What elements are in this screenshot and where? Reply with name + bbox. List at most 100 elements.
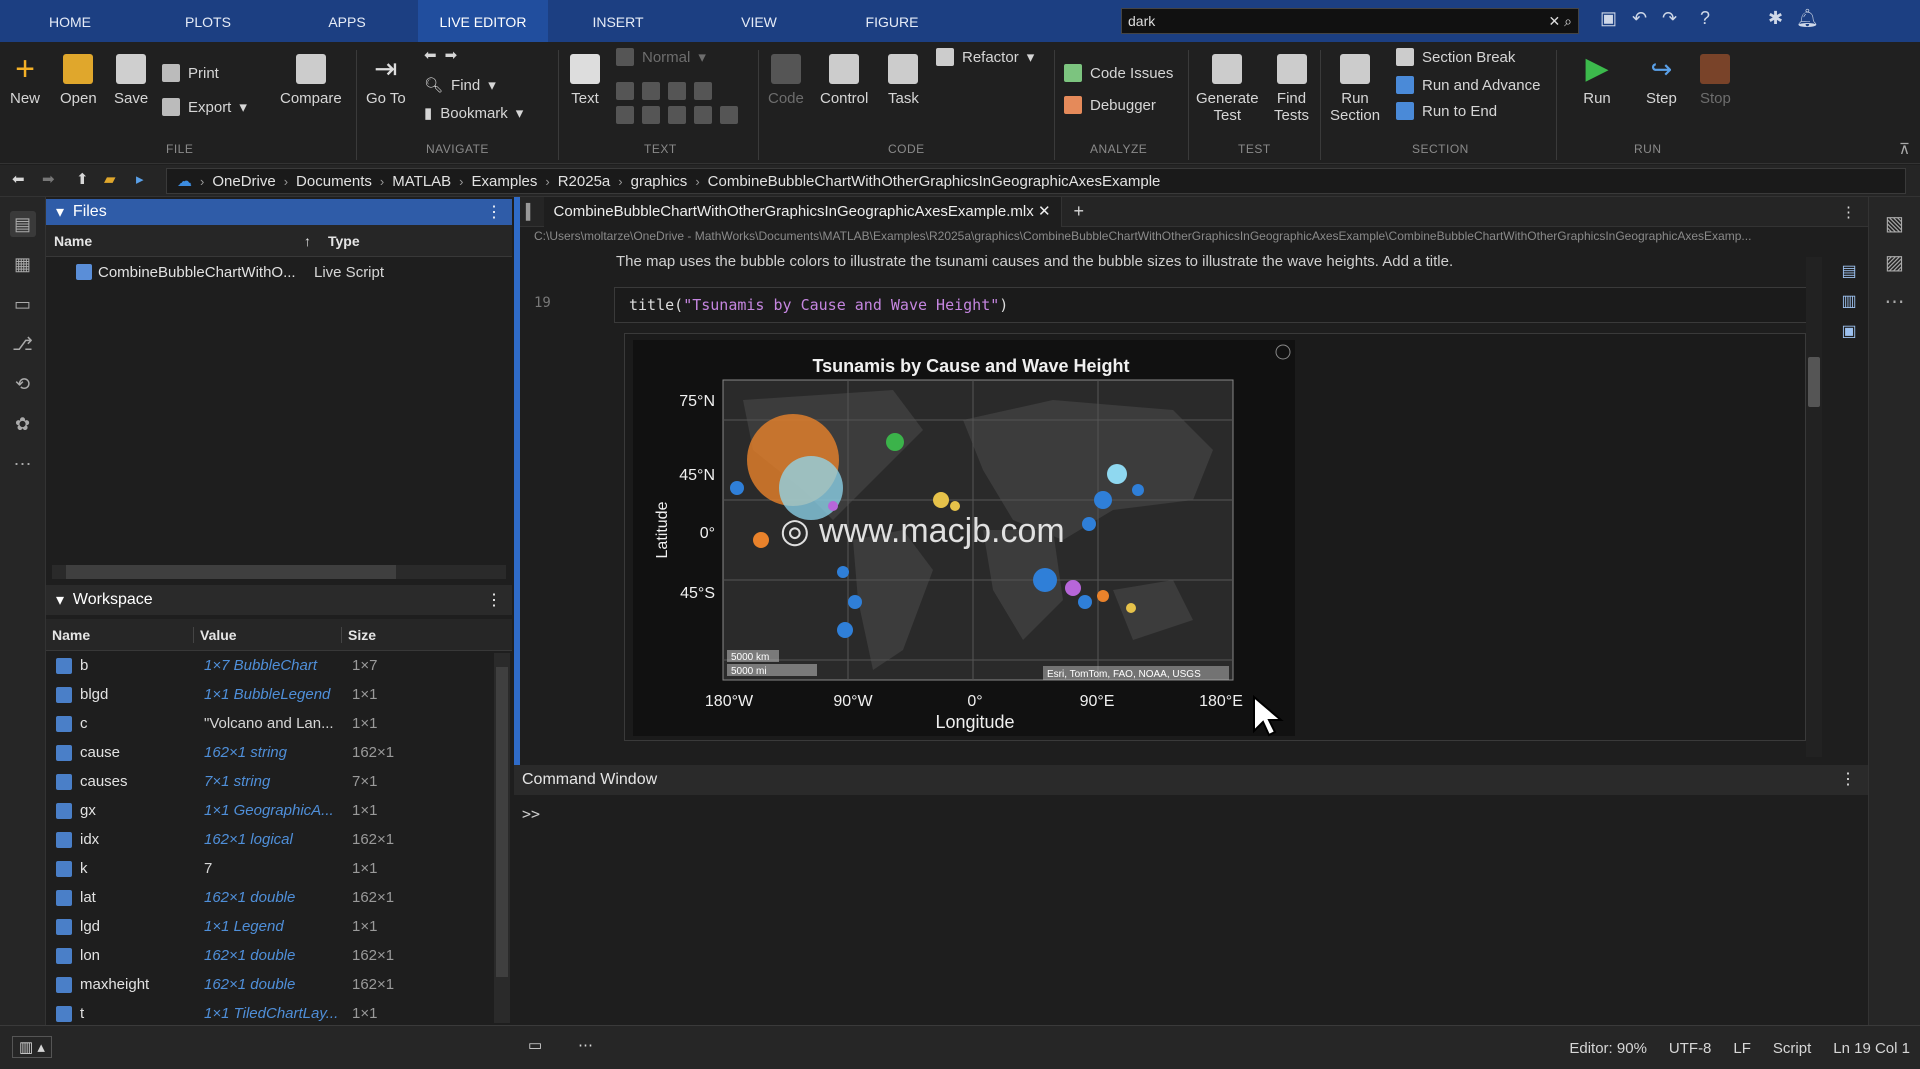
workspace-header[interactable]: ▾ Workspace ⋮ (46, 585, 512, 615)
tab-plots[interactable]: PLOTS (140, 0, 276, 42)
code-button[interactable]: Code (768, 54, 804, 107)
new-button[interactable]: + New (10, 52, 40, 107)
file-type[interactable]: Script (1773, 1040, 1811, 1057)
vertical-scrollbar[interactable] (494, 653, 510, 1023)
more-icon[interactable]: ⋯ (578, 1036, 593, 1054)
column-name[interactable]: Name (46, 626, 194, 643)
column-type[interactable]: Type (318, 233, 360, 249)
back-icon[interactable]: ⬅ (12, 170, 25, 188)
italic-icon[interactable] (642, 82, 660, 100)
run-section-button[interactable]: Run Section (1330, 54, 1380, 124)
tab-figure[interactable]: FIGURE (830, 0, 954, 42)
tab-apps[interactable]: APPS (276, 0, 418, 42)
workspace-panel-icon[interactable]: ▦ (10, 251, 36, 277)
pin-icon[interactable]: ✱ (1768, 8, 1783, 29)
breadcrumb-item[interactable]: graphics (631, 173, 688, 190)
collapse-icon[interactable]: ▾ (56, 590, 73, 610)
tab-live-editor[interactable]: LIVE EDITOR (418, 0, 548, 42)
breadcrumb-item[interactable]: Documents (296, 173, 372, 190)
breadcrumb-item[interactable]: CombineBubbleChartWithOtherGraphicsInGeo… (708, 173, 1161, 190)
bold-icon[interactable] (616, 82, 634, 100)
workspace-row[interactable]: c "Volcano and Lan... 1×1 (46, 709, 512, 738)
tab-list-icon[interactable]: ▍ (520, 203, 544, 221)
section-break-button[interactable]: Section Break (1396, 48, 1515, 66)
collapse-icon[interactable]: ▾ (56, 202, 73, 222)
notification-bell-icon[interactable]: 🔔︎ (1796, 8, 1819, 29)
tab-home[interactable]: HOME (0, 0, 140, 42)
workspace-row[interactable]: idx 162×1 logical 162×1 (46, 825, 512, 854)
stop-button[interactable]: Stop (1700, 54, 1731, 107)
panel-menu-icon[interactable]: ⋮ (486, 590, 502, 610)
bookmark-button[interactable]: ▮ Bookmark ▾ (424, 104, 523, 123)
scrollbar-thumb[interactable] (1808, 357, 1820, 407)
panel-menu-icon[interactable]: ⋮ (1840, 765, 1856, 795)
workspace-row[interactable]: blgd 1×1 BubbleLegend 1×1 (46, 680, 512, 709)
debugger-button[interactable]: Debugger (1064, 96, 1156, 114)
undo-icon[interactable]: ↶ (1632, 8, 1647, 29)
up-folder-icon[interactable]: ⬆ (76, 170, 89, 188)
refactor-button[interactable]: Refactor ▾ (936, 48, 1034, 66)
compare-button[interactable]: Compare (280, 54, 342, 107)
line-endings[interactable]: LF (1733, 1040, 1751, 1057)
scrollbar-thumb[interactable] (66, 565, 396, 579)
folder-icon[interactable]: ▰ (104, 170, 116, 188)
numbered-list-icon[interactable] (642, 106, 660, 124)
minimap-icon[interactable]: ▨ (1869, 250, 1920, 275)
search-field[interactable]: dark ✕ ⌕ (1121, 8, 1579, 34)
bullet-list-icon[interactable] (616, 106, 634, 124)
hide-code-icon[interactable]: ▣ (1838, 317, 1860, 347)
command-window[interactable]: Command Window ⋮ >> (514, 765, 1868, 1025)
editor-scrollbar[interactable] (1806, 257, 1822, 757)
output-inline-icon[interactable]: ▤ (1838, 257, 1860, 287)
style-dropdown[interactable]: Normal ▾ (616, 48, 706, 66)
files-panel-icon[interactable]: ▤ (9, 211, 36, 237)
workspace-row[interactable]: lgd 1×1 Legend 1×1 (46, 912, 512, 941)
run-and-advance-button[interactable]: Run and Advance (1396, 76, 1540, 94)
text-button[interactable]: Text (570, 54, 600, 107)
text-cell[interactable]: The map uses the bubble colors to illust… (616, 253, 1453, 270)
goto-button[interactable]: ⇥ Go To (366, 54, 406, 108)
breadcrumb-item[interactable]: R2025a (558, 173, 611, 190)
workspace-row[interactable]: causes 7×1 string 7×1 (46, 767, 512, 796)
task-button[interactable]: Task (888, 54, 919, 107)
column-name[interactable]: Name (46, 233, 304, 249)
more-icon[interactable]: ⋯ (1869, 289, 1920, 314)
workspace-row[interactable]: gx 1×1 GeographicA... 1×1 (46, 796, 512, 825)
new-tab-icon[interactable]: + (1062, 201, 1097, 222)
workspace-row[interactable]: lat 162×1 double 162×1 (46, 883, 512, 912)
code-cell[interactable]: title("Tsunamis by Cause and Wave Height… (614, 287, 1810, 323)
generate-test-button[interactable]: Generate Test (1196, 54, 1259, 124)
save-icon[interactable]: ▣ (1600, 8, 1617, 29)
horizontal-scrollbar[interactable] (52, 565, 506, 579)
sort-up-icon[interactable]: ↑ (304, 233, 318, 249)
workspace-row[interactable]: t 1×1 TiledChartLay... 1×1 (46, 999, 512, 1028)
files-header[interactable]: ▾ Files ⋮ (46, 199, 512, 225)
panel-icon[interactable]: ▭ (528, 1036, 542, 1054)
align-icon[interactable] (668, 106, 686, 124)
tab-insert[interactable]: INSERT (548, 0, 688, 42)
collapse-ribbon-icon[interactable]: ⊼ (1899, 140, 1910, 158)
panel-menu-icon[interactable]: ⋮ (486, 202, 502, 222)
control-button[interactable]: Control (820, 54, 868, 107)
browse-icon[interactable]: ▸ (136, 170, 144, 188)
breadcrumb-item[interactable]: Examples (472, 173, 538, 190)
help-icon[interactable]: ? (1700, 8, 1710, 29)
indent-icon[interactable] (694, 106, 712, 124)
save-button[interactable]: Save (114, 54, 148, 107)
search-icon[interactable]: ⌕ (1564, 13, 1572, 30)
output-right-icon[interactable]: ▥ (1838, 287, 1860, 317)
workspace-row[interactable]: lon 162×1 double 162×1 (46, 941, 512, 970)
column-value[interactable]: Value (194, 626, 342, 643)
editor-menu-icon[interactable]: ⋮ (1841, 203, 1856, 221)
zoom-level[interactable]: Editor: 90% (1569, 1040, 1647, 1057)
workspace-row[interactable]: b 1×7 BubbleChart 1×7 (46, 651, 512, 680)
run-button[interactable]: ▶ Run (1582, 54, 1612, 108)
workspace-row[interactable]: cause 162×1 string 162×1 (46, 738, 512, 767)
open-button[interactable]: Open (60, 54, 97, 107)
layout-toggle-icon[interactable]: ▥ ▴ (12, 1036, 52, 1058)
source-control-icon[interactable]: ⎇ (10, 331, 36, 357)
command-prompt[interactable]: >> (514, 795, 1868, 833)
run-to-end-button[interactable]: Run to End (1396, 102, 1497, 120)
arrow-right-icon[interactable]: ➡ (445, 46, 458, 64)
step-button[interactable]: ↪ Step (1646, 54, 1677, 107)
